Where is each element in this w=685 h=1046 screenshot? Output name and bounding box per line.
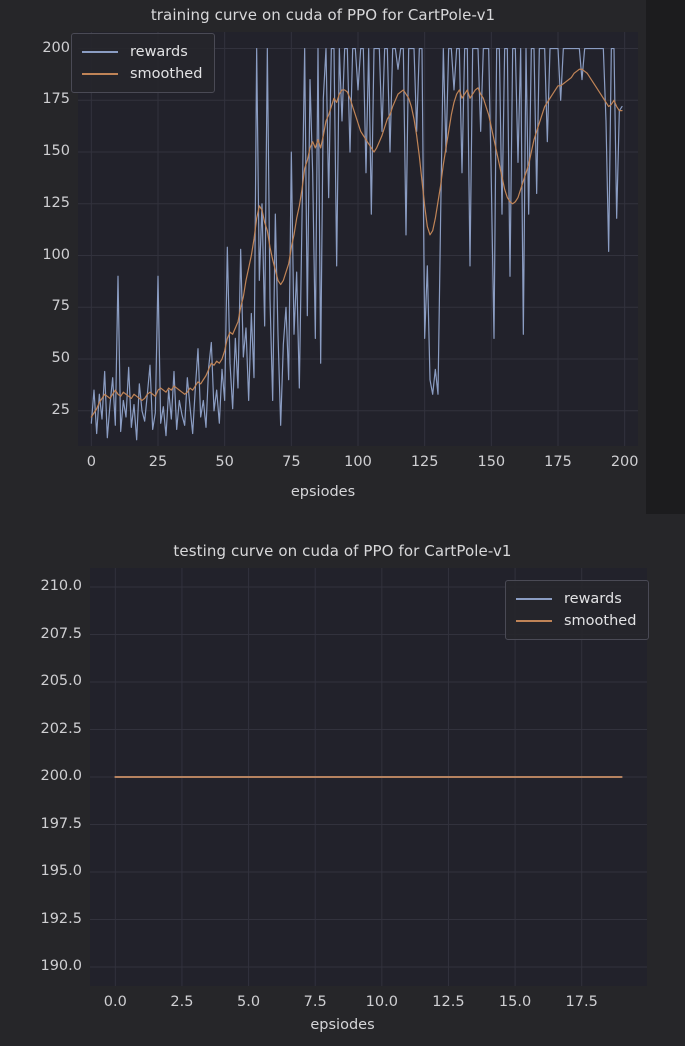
y-tick-label: 190.0 — [40, 958, 82, 974]
x-tick-label: 7.5 — [303, 994, 327, 1010]
legend-label-rewards: rewards — [564, 590, 622, 607]
x-tick-label: 75 — [282, 454, 301, 470]
y-tick-label: 100 — [42, 246, 70, 263]
x-tick-label: 5.0 — [237, 994, 261, 1010]
x-tick-label: 2.5 — [170, 994, 194, 1010]
x-tick-label: 0 — [86, 454, 96, 470]
y-tick-label: 50 — [51, 350, 70, 367]
legend-entry-smoothed: smoothed — [82, 63, 202, 85]
y-tick-label: 75 — [51, 298, 70, 315]
y-tick-label: 210.0 — [40, 578, 82, 594]
x-tick-label: 0.0 — [103, 994, 127, 1010]
legend-label-smoothed: smoothed — [564, 612, 637, 629]
y-tick-label: 192.5 — [40, 910, 82, 927]
y-tick-label: 200 — [42, 39, 70, 56]
screenshot-root: training curve on cuda of PPO for CartPo… — [0, 0, 685, 1046]
y-tick-label: 175 — [42, 91, 70, 108]
y-tick-label: 202.5 — [40, 720, 82, 737]
legend-swatch-rewards — [82, 51, 118, 53]
y-tick-label: 25 — [51, 401, 70, 418]
testing-legend: rewards smoothed — [505, 580, 650, 640]
x-tick-label: 125 — [410, 454, 439, 470]
training-plot-area — [78, 32, 638, 446]
legend-entry-smoothed: smoothed — [516, 610, 636, 632]
x-tick-label: 25 — [148, 454, 168, 470]
training-x-axis-label: epsiodes — [290, 484, 356, 500]
x-tick-label: 17.5 — [565, 994, 598, 1010]
legend-swatch-smoothed — [82, 73, 118, 75]
x-tick-label: 10.0 — [365, 994, 398, 1010]
x-tick-label: 50 — [215, 454, 234, 470]
x-tick-label: 15.0 — [498, 994, 532, 1010]
legend-swatch-smoothed — [516, 620, 552, 622]
y-tick-label: 195.0 — [40, 863, 82, 879]
x-tick-label: 200 — [610, 454, 639, 470]
legend-label-smoothed: smoothed — [130, 65, 203, 82]
legend-entry-rewards: rewards — [82, 41, 202, 63]
y-tick-label: 200.0 — [40, 768, 82, 784]
y-tick-label: 150 — [42, 143, 70, 160]
legend-swatch-rewards — [516, 598, 552, 600]
testing-x-axis-label: epsiodes — [310, 1017, 375, 1033]
y-tick-label: 205.0 — [40, 673, 82, 689]
training-legend: rewards smoothed — [71, 33, 216, 93]
testing-figure: testing curve on cuda of PPO for CartPol… — [0, 514, 685, 1046]
y-tick-label: 207.5 — [40, 625, 82, 642]
training-plot-svg — [78, 32, 638, 446]
legend-entry-rewards: rewards — [516, 588, 636, 610]
x-tick-label: 100 — [344, 454, 372, 470]
x-tick-label: 12.5 — [432, 994, 465, 1010]
x-tick-label: 150 — [477, 454, 506, 470]
training-figure: training curve on cuda of PPO for CartPo… — [0, 0, 646, 514]
y-tick-label: 125 — [42, 194, 70, 211]
legend-label-rewards: rewards — [130, 43, 188, 60]
y-tick-label: 197.5 — [40, 815, 82, 832]
training-chart-title: training curve on cuda of PPO for CartPo… — [150, 6, 496, 24]
x-tick-label: 175 — [544, 454, 572, 470]
testing-chart-title: testing curve on cuda of PPO for CartPol… — [173, 542, 512, 560]
